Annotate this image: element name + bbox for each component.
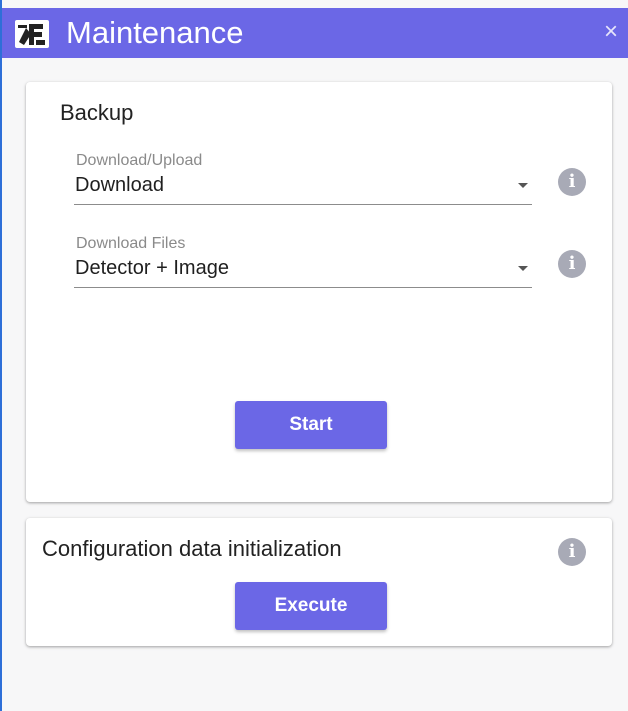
download-files-value: Detector + Image	[75, 257, 229, 279]
config-init-card: Configuration data initialization i Exec…	[26, 518, 612, 646]
info-icon[interactable]: i	[558, 168, 586, 196]
maintenance-window: Maintenance × Backup Download/Upload Dow…	[0, 0, 628, 711]
download-upload-label: Download/Upload	[76, 152, 203, 169]
execute-button[interactable]: Execute	[235, 582, 387, 630]
download-upload-value: Download	[75, 174, 164, 196]
chevron-down-icon	[518, 266, 528, 271]
download-upload-select[interactable]: Download/Upload Download	[74, 152, 532, 222]
title-bar: Maintenance ×	[2, 8, 628, 58]
backup-card: Backup Download/Upload Download i Downlo…	[26, 82, 612, 502]
config-init-title: Configuration data initialization	[42, 536, 342, 561]
start-button[interactable]: Start	[235, 401, 387, 449]
field-underline	[74, 204, 532, 205]
info-icon[interactable]: i	[558, 250, 586, 278]
download-files-select[interactable]: Download Files Detector + Image	[74, 235, 532, 305]
info-icon[interactable]: i	[558, 538, 586, 566]
maintenance-app-icon	[15, 20, 49, 48]
download-files-label: Download Files	[76, 235, 186, 252]
chevron-down-icon	[518, 183, 528, 188]
window-title: Maintenance	[66, 15, 244, 50]
field-underline	[74, 287, 532, 288]
close-icon[interactable]: ×	[604, 20, 618, 44]
backup-title: Backup	[60, 100, 134, 125]
